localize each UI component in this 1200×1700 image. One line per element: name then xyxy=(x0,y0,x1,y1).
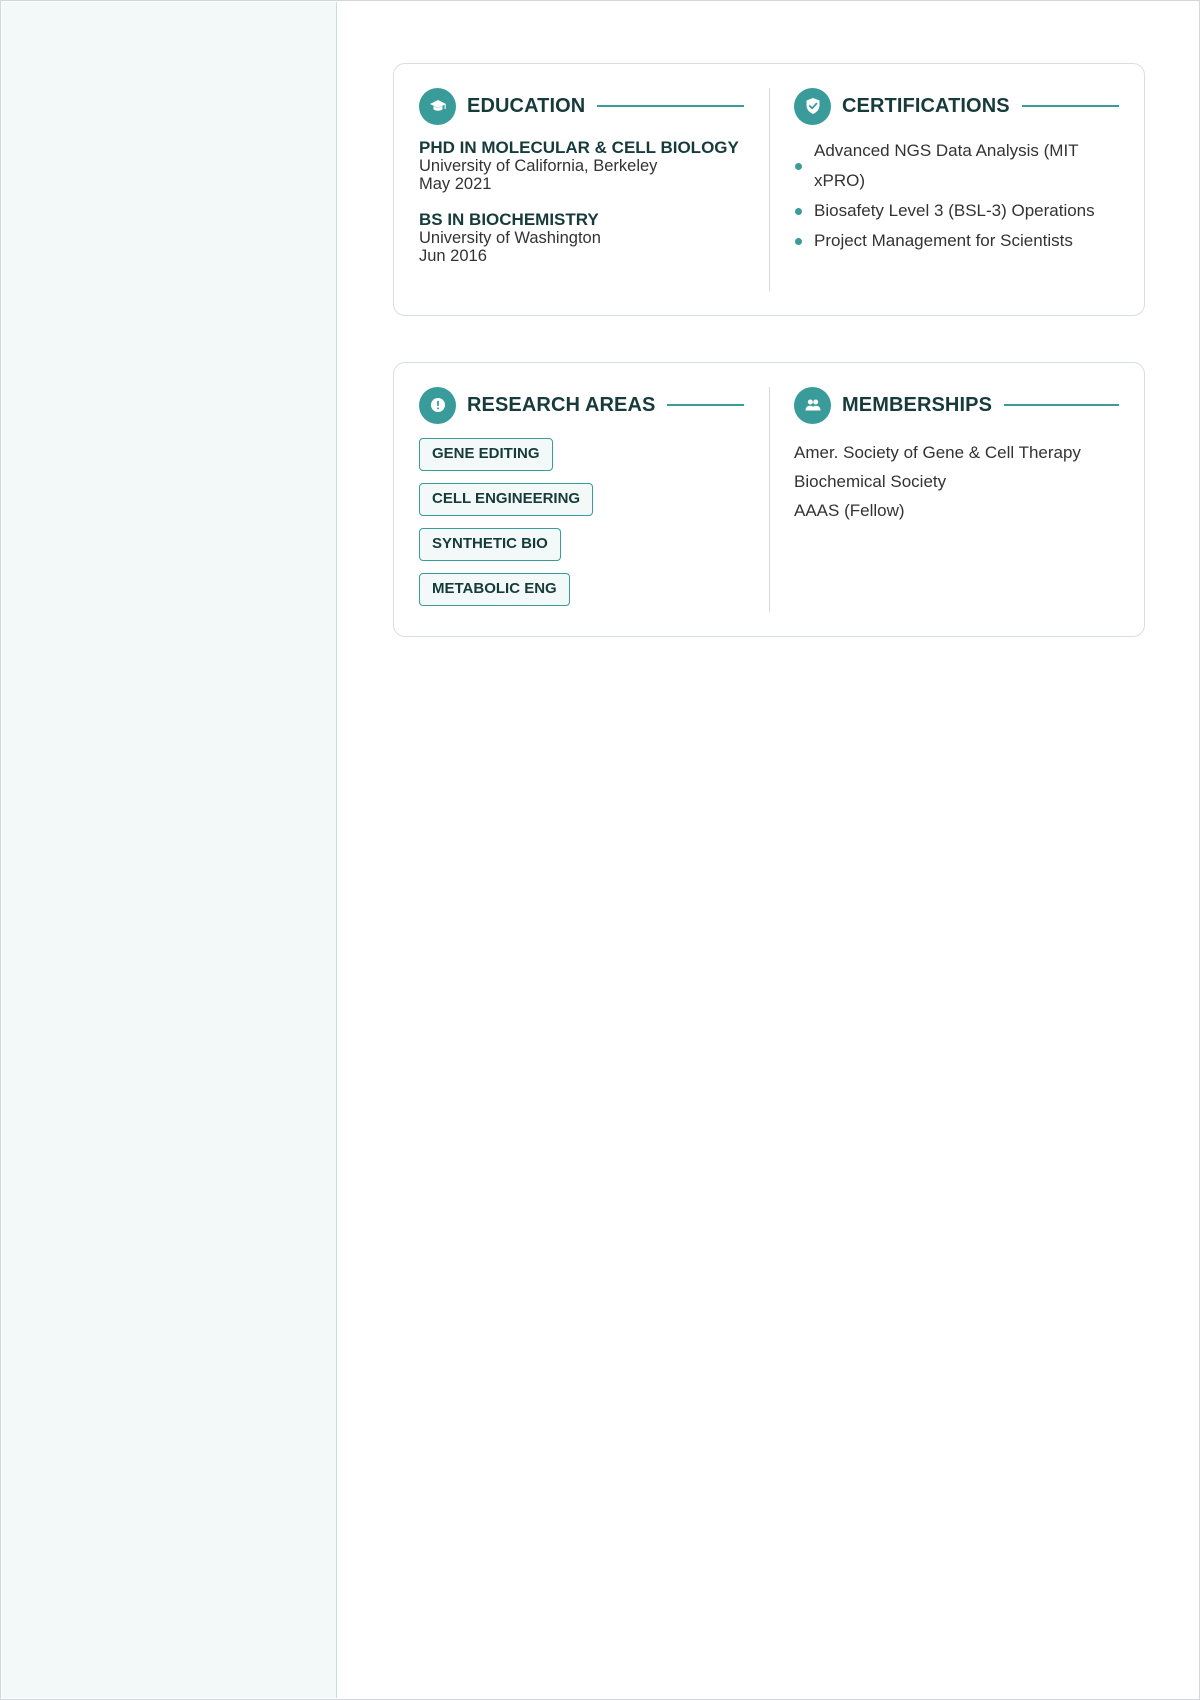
memberships-list: Amer. Society of Gene & Cell Therapy Bio… xyxy=(794,438,1119,525)
education-certifications-card: EDUCATION PHD IN MOLECULAR & CELL BIOLOG… xyxy=(393,63,1145,316)
research-tag: GENE EDITING xyxy=(419,438,553,471)
memberships-rule xyxy=(1004,404,1119,406)
certifications-rule xyxy=(1021,105,1119,107)
alert-circle-icon xyxy=(419,386,456,424)
research-tags: GENE EDITING CELL ENGINEERING SYNTHETIC … xyxy=(419,438,744,618)
degree-title: BS IN BIOCHEMISTRY xyxy=(419,210,599,229)
certification-text: Project Management for Scientists xyxy=(814,231,1073,250)
list-item: AAAS (Fellow) xyxy=(794,501,905,520)
research-memberships-card: RESEARCH AREAS GENE EDITING CELL ENGINEE… xyxy=(393,362,1145,637)
memberships-section: MEMBERSHIPS Amer. Society of Gene & Cell… xyxy=(769,363,1144,636)
certifications-section: CERTIFICATIONS Advanced NGS Data Analysi… xyxy=(769,64,1144,315)
education-section: EDUCATION PHD IN MOLECULAR & CELL BIOLOG… xyxy=(394,64,769,315)
list-item: Amer. Society of Gene & Cell Therapy xyxy=(794,443,1081,462)
school-name: University of Washington xyxy=(419,229,601,247)
education-entry: BS IN BIOCHEMISTRY University of Washing… xyxy=(419,210,744,266)
users-icon xyxy=(794,386,831,424)
school-name: University of California, Berkeley xyxy=(419,157,658,175)
certifications-header: CERTIFICATIONS xyxy=(794,87,1119,125)
shield-check-icon xyxy=(794,87,831,125)
research-areas-section: RESEARCH AREAS GENE EDITING CELL ENGINEE… xyxy=(394,363,769,636)
list-item: Project Management for Scientists xyxy=(794,226,1119,256)
education-title: EDUCATION xyxy=(467,94,586,117)
research-tag: METABOLIC ENG xyxy=(419,573,570,606)
bullet-icon xyxy=(795,207,802,215)
research-areas-title: RESEARCH AREAS xyxy=(467,393,656,416)
research-areas-rule xyxy=(667,404,744,406)
certification-text: Biosafety Level 3 (BSL-3) Operations xyxy=(814,201,1095,220)
main-content: EDUCATION PHD IN MOLECULAR & CELL BIOLOG… xyxy=(338,1,1199,1699)
memberships-title: MEMBERSHIPS xyxy=(842,393,993,416)
certifications-title: CERTIFICATIONS xyxy=(842,94,1010,117)
education-entry: PHD IN MOLECULAR & CELL BIOLOGY Universi… xyxy=(419,138,744,194)
memberships-header: MEMBERSHIPS xyxy=(794,386,1119,424)
graduation-cap-icon xyxy=(419,87,456,125)
education-rule xyxy=(597,105,744,107)
education-header: EDUCATION xyxy=(419,87,744,125)
graduation-date: Jun 2016 xyxy=(419,247,487,265)
list-item: Advanced NGS Data Analysis (MIT xPRO) xyxy=(794,136,1119,196)
research-areas-header: RESEARCH AREAS xyxy=(419,386,744,424)
research-tag: CELL ENGINEERING xyxy=(419,483,594,516)
certifications-list: Advanced NGS Data Analysis (MIT xPRO) Bi… xyxy=(794,136,1119,256)
list-item: Biosafety Level 3 (BSL-3) Operations xyxy=(794,196,1119,226)
graduation-date: May 2021 xyxy=(419,175,492,193)
resume-page: EDUCATION PHD IN MOLECULAR & CELL BIOLOG… xyxy=(0,0,1200,1700)
bullet-icon xyxy=(795,237,802,245)
list-item: Biochemical Society xyxy=(794,472,947,491)
bullet-icon xyxy=(795,162,802,170)
sidebar xyxy=(2,2,337,1698)
research-tag: SYNTHETIC BIO xyxy=(419,528,561,561)
certification-text: Advanced NGS Data Analysis (MIT xPRO) xyxy=(814,141,1079,190)
degree-title: PHD IN MOLECULAR & CELL BIOLOGY xyxy=(419,138,739,157)
